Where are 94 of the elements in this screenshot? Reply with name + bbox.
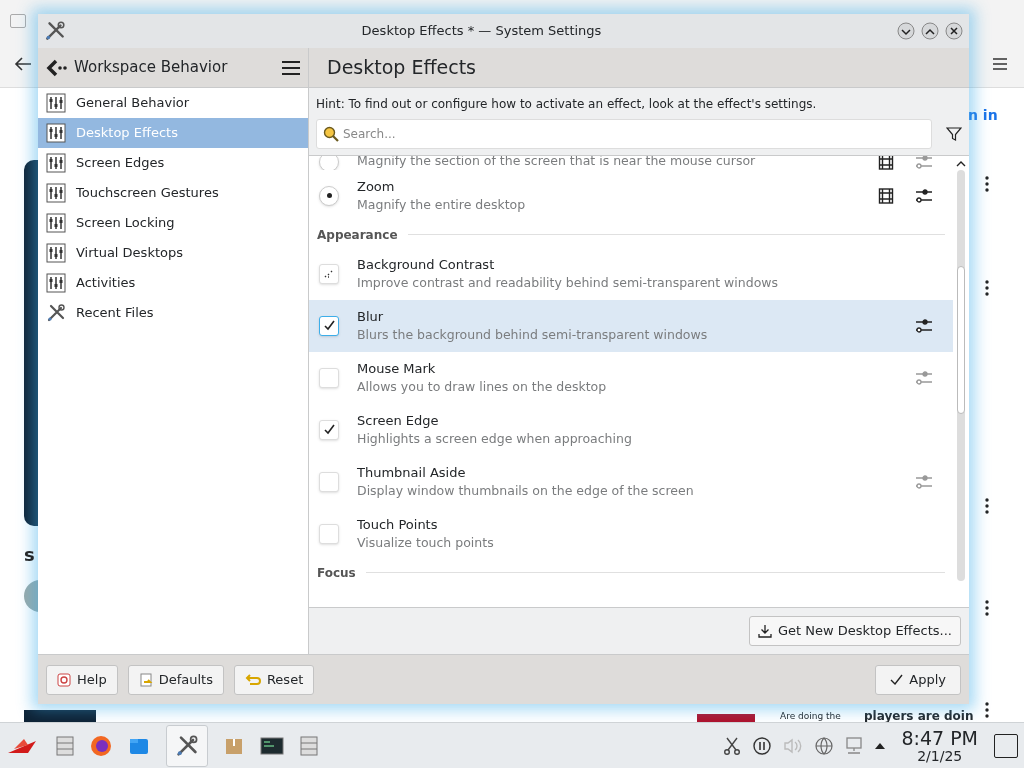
undo-icon bbox=[244, 673, 261, 686]
module-icon bbox=[46, 123, 66, 143]
video-icon[interactable] bbox=[878, 155, 894, 170]
configure-icon[interactable] bbox=[915, 187, 933, 204]
document-icon bbox=[138, 672, 153, 687]
effect-name: Thumbnail Aside bbox=[357, 463, 467, 482]
show-desktop-button[interactable] bbox=[994, 733, 1018, 758]
more-icon[interactable] bbox=[985, 600, 989, 616]
sidebar-item[interactable]: Recent Files bbox=[38, 298, 308, 328]
more-icon[interactable] bbox=[985, 280, 989, 296]
check-icon bbox=[890, 674, 904, 685]
module-icon bbox=[46, 153, 66, 173]
effect-description: Allows you to draw lines on the desktop bbox=[357, 377, 608, 396]
window-title: Desktop Effects * — System Settings bbox=[360, 22, 603, 41]
footer-button[interactable]: Help bbox=[46, 664, 118, 695]
sidebar-item[interactable]: Screen Edges bbox=[38, 148, 308, 178]
pause-icon[interactable] bbox=[753, 736, 772, 755]
minimize-icon[interactable] bbox=[897, 22, 915, 40]
cabinet-icon[interactable] bbox=[56, 735, 74, 756]
sidebar-item[interactable]: Virtual Desktops bbox=[38, 238, 308, 268]
effect-row[interactable]: Magnify the section of the screen that is near the mouse cursor bbox=[309, 155, 953, 170]
download-icon bbox=[757, 624, 772, 638]
sidebar-item[interactable]: Activities bbox=[38, 268, 308, 298]
effect-name: Blur bbox=[357, 307, 385, 326]
scissors-icon[interactable] bbox=[723, 736, 742, 755]
effect-name: Screen Edge bbox=[357, 411, 440, 430]
article-title: players are doin bbox=[864, 710, 974, 723]
effect-row[interactable]: Blur Blurs the background behind semi-transparent windows bbox=[309, 299, 953, 352]
page-title: Desktop Effects bbox=[327, 55, 476, 81]
effect-name: Zoom bbox=[357, 177, 396, 196]
close-icon[interactable] bbox=[945, 22, 963, 40]
apply-button[interactable]: Apply bbox=[875, 664, 961, 695]
sidebar-item[interactable]: Touchscreen Gestures bbox=[38, 178, 308, 208]
effect-row[interactable]: Screen Edge Highlights a screen edge when approaching bbox=[309, 403, 953, 456]
cabinet-icon[interactable] bbox=[300, 735, 318, 756]
sidebar-title: Workspace Behavior bbox=[74, 57, 229, 79]
effect-row[interactable]: Touch Points Visualize touch points bbox=[309, 507, 953, 560]
more-icon[interactable] bbox=[985, 702, 989, 718]
effect-description: Magnify the section of the screen that is near the mouse cursor bbox=[357, 155, 757, 170]
effect-row[interactable]: Background Contrast Improve contrast and readability behind semi-transparent windows bbox=[309, 247, 953, 300]
menu-icon[interactable] bbox=[282, 60, 300, 75]
effect-name: Touch Points bbox=[357, 515, 439, 534]
section-header: Appearance bbox=[317, 226, 398, 244]
tools-icon bbox=[175, 733, 199, 758]
effect-name: Mouse Mark bbox=[357, 359, 437, 378]
clock[interactable]: 8:47 PM 2/1/25 bbox=[901, 727, 978, 764]
tools-icon bbox=[46, 303, 66, 323]
module-icon bbox=[46, 273, 66, 293]
sidebar-item[interactable]: Screen Locking bbox=[38, 208, 308, 238]
menu-icon[interactable] bbox=[993, 58, 1007, 70]
get-new-button[interactable]: Get New Desktop Effects... bbox=[748, 616, 961, 646]
hint-text: Hint: To find out or configure how to activate an effect, look at the effect's settings. bbox=[316, 95, 818, 113]
effect-description: Highlights a screen edge when approaching bbox=[357, 429, 633, 448]
footer-button[interactable]: Defaults bbox=[127, 664, 224, 695]
more-icon[interactable] bbox=[985, 176, 989, 192]
effect-description: Magnify the entire desktop bbox=[357, 195, 527, 214]
tools-icon bbox=[44, 20, 66, 42]
effect-description: Blurs the background behind semi-transparent windows bbox=[357, 325, 709, 344]
effect-description: Visualize touch points bbox=[357, 533, 495, 552]
back-icon[interactable] bbox=[46, 58, 68, 77]
browser-icon[interactable] bbox=[90, 734, 112, 757]
expand-icon[interactable] bbox=[875, 741, 886, 750]
module-icon bbox=[46, 243, 66, 263]
check-icon bbox=[322, 423, 336, 437]
effect-description: Display window thumbnails on the edge of the screen bbox=[357, 481, 695, 500]
terminal-icon[interactable] bbox=[260, 736, 284, 755]
footer-button[interactable]: Reset bbox=[233, 664, 315, 695]
search-icon bbox=[323, 125, 339, 142]
radio-button[interactable] bbox=[319, 185, 339, 206]
more-icon[interactable] bbox=[985, 498, 989, 514]
taskbar-task[interactable] bbox=[166, 724, 208, 767]
check-icon bbox=[322, 319, 336, 333]
effect-description: Improve contrast and readability behind semi-transparent windows bbox=[357, 273, 780, 292]
maximize-icon[interactable] bbox=[921, 22, 939, 40]
effect-row[interactable]: Zoom Magnify the entire desktop bbox=[309, 169, 953, 222]
globe-icon[interactable] bbox=[815, 736, 834, 755]
radio-button[interactable] bbox=[319, 155, 339, 170]
help-icon bbox=[57, 672, 71, 687]
module-icon bbox=[46, 183, 66, 203]
filter-icon[interactable] bbox=[946, 125, 962, 142]
scrollbar-thumb[interactable] bbox=[957, 265, 965, 414]
checkbox[interactable] bbox=[319, 315, 339, 336]
video-icon[interactable] bbox=[878, 187, 894, 204]
sign-in-link[interactable]: n in bbox=[968, 105, 998, 126]
search-field[interactable]: Search... bbox=[316, 118, 932, 149]
module-icon bbox=[46, 93, 66, 113]
heading-text: s bbox=[24, 543, 35, 567]
module-icon bbox=[46, 213, 66, 233]
section-header: Focus bbox=[317, 564, 356, 582]
configure-icon[interactable] bbox=[915, 317, 933, 334]
sidebar-item[interactable]: General Behavior bbox=[38, 88, 308, 118]
effect-name: Background Contrast bbox=[357, 255, 496, 274]
thumbnail-caption: Are doing the bbox=[780, 711, 841, 722]
back-icon[interactable] bbox=[14, 56, 32, 72]
